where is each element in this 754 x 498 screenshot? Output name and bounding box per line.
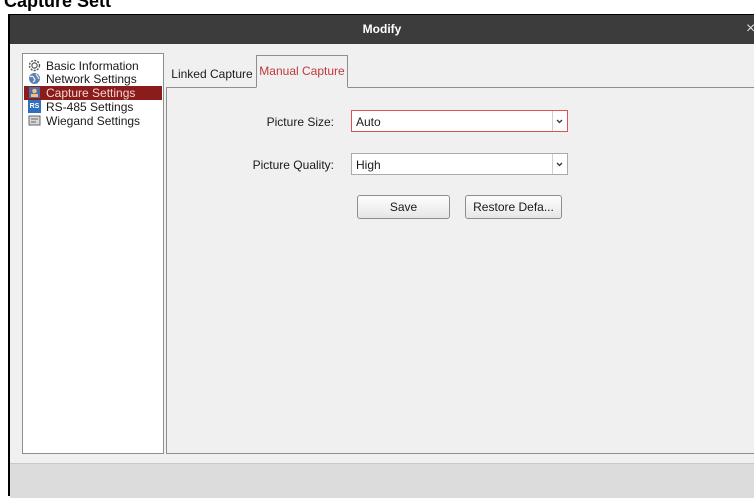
wiegand-icon: [28, 115, 41, 126]
sidebar-item-label: RS-485 Settings: [46, 100, 134, 114]
picture-quality-label: Picture Quality:: [252, 158, 334, 172]
camera-icon: [29, 87, 40, 98]
cropped-heading: Capture Sett: [0, 0, 754, 14]
tab-manual-capture[interactable]: Manual Capture: [256, 55, 348, 88]
gear-icon: [28, 59, 41, 72]
chevron-down-icon[interactable]: [552, 111, 567, 131]
sidebar-item-capture-settings[interactable]: Capture Settings: [24, 86, 162, 100]
picture-quality-value: High: [356, 158, 381, 172]
sidebar-item-network-settings[interactable]: Network Settings: [24, 72, 162, 86]
sidebar-item-wiegand-settings[interactable]: Wiegand Settings: [24, 114, 162, 128]
picture-size-select[interactable]: Auto: [351, 110, 568, 132]
dialog-footer: [10, 463, 754, 498]
modify-dialog: Modify × Basic Information Network Setti…: [8, 14, 754, 498]
picture-size-label: Picture Size:: [266, 115, 334, 129]
settings-sidebar: Basic Information Network Settings Captu…: [22, 53, 164, 454]
sidebar-item-label: Wiegand Settings: [46, 114, 141, 128]
restore-defaults-button[interactable]: Restore Defa...: [465, 195, 562, 219]
picture-quality-select[interactable]: High: [351, 153, 568, 175]
cropped-heading-text: Capture Sett: [4, 0, 112, 11]
chevron-down-icon[interactable]: [552, 154, 567, 174]
title-bar: Modify ×: [10, 15, 754, 44]
rs-icon: RS: [28, 100, 41, 113]
sidebar-item-basic-information[interactable]: Basic Information: [24, 59, 162, 73]
save-button[interactable]: Save: [357, 195, 450, 219]
sidebar-item-label: Capture Settings: [46, 86, 136, 100]
globe-icon: [29, 73, 40, 84]
tab-linked-capture[interactable]: Linked Capture: [168, 60, 256, 89]
sidebar-item-label: Network Settings: [46, 72, 137, 86]
dialog-title: Modify: [362, 22, 402, 36]
manual-capture-panel: [166, 87, 754, 454]
picture-size-value: Auto: [356, 115, 381, 129]
sidebar-item-rs-485-settings[interactable]: RS RS-485 Settings: [24, 100, 162, 114]
sidebar-item-label: Basic Information: [46, 59, 139, 73]
close-icon[interactable]: ×: [746, 20, 754, 38]
